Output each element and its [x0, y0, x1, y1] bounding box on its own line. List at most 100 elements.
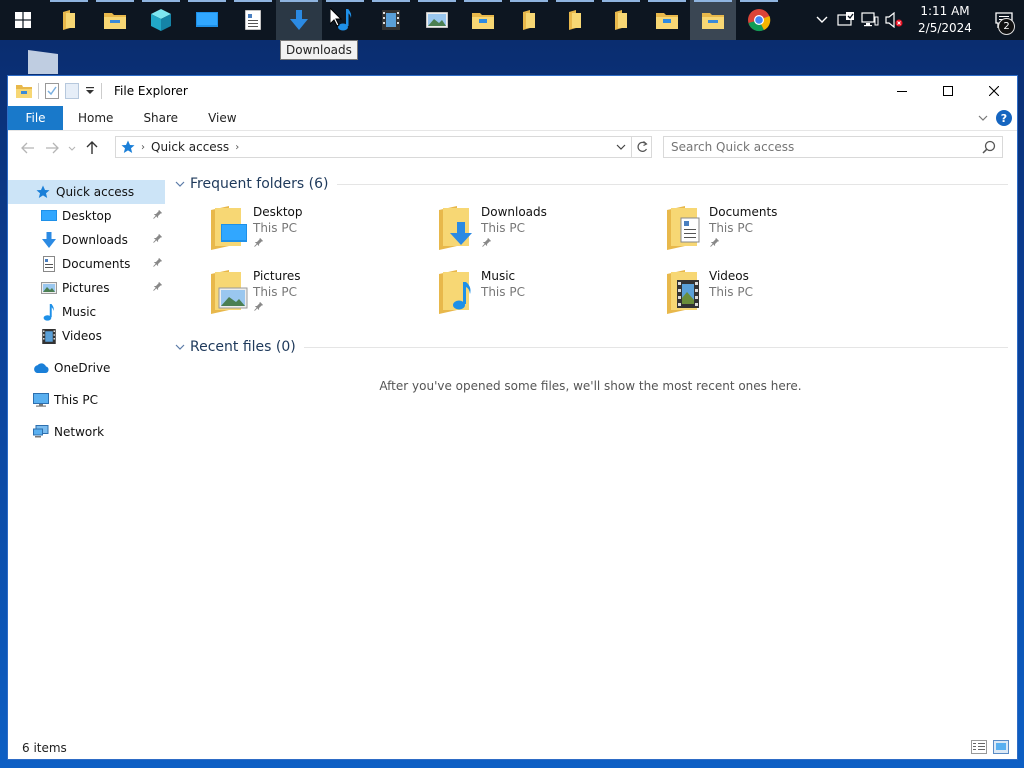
- tab-view[interactable]: View: [193, 106, 251, 130]
- search-input[interactable]: [671, 138, 971, 156]
- folder-documents-icon: [663, 204, 705, 250]
- folder-tile-videos[interactable]: Videos This PC: [663, 268, 891, 316]
- download-arrow-icon: [290, 10, 308, 30]
- chevron-down-icon[interactable]: [173, 177, 187, 191]
- group-header-recent-files[interactable]: Recent files (0): [173, 335, 1008, 359]
- recent-files-empty-message: After you've opened some files, we'll sh…: [379, 379, 802, 393]
- taskbar-app-desktop[interactable]: [184, 0, 230, 40]
- folder-tile-pictures[interactable]: Pictures This PC: [207, 268, 435, 316]
- maximize-button[interactable]: [925, 76, 971, 106]
- start-button[interactable]: [0, 0, 46, 40]
- show-hidden-icons-button[interactable]: [810, 0, 834, 40]
- tab-file[interactable]: File: [8, 106, 63, 130]
- taskbar-app-folder-2[interactable]: [460, 0, 506, 40]
- close-button[interactable]: [971, 76, 1017, 106]
- file-explorer-icon: [16, 85, 32, 98]
- title-bar[interactable]: File Explorer: [8, 76, 1017, 106]
- nav-item-network[interactable]: Network: [8, 420, 165, 444]
- search-box[interactable]: [663, 136, 1003, 158]
- chevron-up-icon: [816, 16, 828, 23]
- tray-volume-button[interactable]: [882, 0, 906, 40]
- pin-icon[interactable]: [481, 238, 491, 248]
- nav-item-onedrive[interactable]: OneDrive: [8, 356, 165, 380]
- nav-item-downloads[interactable]: Downloads: [8, 228, 165, 252]
- taskbar-app-folder-1[interactable]: [46, 0, 92, 40]
- large-icons-view-icon[interactable]: [993, 740, 1009, 754]
- group-title: Recent files (0): [190, 339, 296, 355]
- taskbar-app-folder-4[interactable]: [552, 0, 598, 40]
- details-view-icon[interactable]: [971, 740, 987, 754]
- new-folder-icon[interactable]: [65, 83, 79, 99]
- taskbar-app-folder-6[interactable]: [644, 0, 690, 40]
- folder-tile-documents[interactable]: Documents This PC: [663, 204, 891, 252]
- nav-item-documents[interactable]: Documents: [8, 252, 165, 276]
- star-icon: [121, 140, 135, 153]
- taskbar-app-downloads[interactable]: [276, 0, 322, 40]
- navigation-bar: › Quick access ›: [8, 133, 1017, 163]
- help-icon[interactable]: ?: [996, 110, 1012, 126]
- taskbar-app-folder-3[interactable]: [506, 0, 552, 40]
- action-center-button[interactable]: 2: [984, 0, 1024, 40]
- picture-icon: [40, 279, 58, 297]
- forward-button[interactable]: [40, 136, 64, 160]
- tab-share[interactable]: Share: [128, 106, 193, 130]
- taskbar-app-music[interactable]: [322, 0, 368, 40]
- group-header-frequent-folders[interactable]: Frequent folders (6): [173, 172, 1008, 196]
- pin-icon[interactable]: [152, 210, 162, 220]
- taskbar-app-file-explorer-active[interactable]: [690, 0, 736, 40]
- breadcrumb-separator[interactable]: ›: [235, 142, 239, 153]
- properties-icon[interactable]: [45, 83, 59, 99]
- breadcrumb-separator[interactable]: ›: [141, 142, 145, 153]
- download-arrow-icon: [40, 231, 58, 249]
- refresh-icon: [636, 141, 648, 152]
- refresh-button[interactable]: [632, 136, 652, 158]
- pin-icon[interactable]: [253, 238, 263, 248]
- address-dropdown-button[interactable]: [611, 137, 631, 157]
- minimize-button[interactable]: [879, 76, 925, 106]
- taskbar-app-videos[interactable]: [368, 0, 414, 40]
- recent-locations-button[interactable]: [64, 136, 80, 160]
- pin-icon[interactable]: [152, 258, 162, 268]
- pin-icon[interactable]: [253, 302, 263, 312]
- taskbar-app-chrome[interactable]: [736, 0, 782, 40]
- desktop-icon: [40, 207, 58, 225]
- pin-icon[interactable]: [709, 238, 719, 248]
- nav-item-quick-access[interactable]: Quick access: [8, 180, 165, 204]
- taskbar-app-pictures[interactable]: [414, 0, 460, 40]
- nav-item-label: Desktop: [62, 209, 112, 223]
- search-icon[interactable]: [982, 140, 996, 154]
- taskbar-app-file-explorer[interactable]: [92, 0, 138, 40]
- tray-network-button[interactable]: [858, 0, 882, 40]
- nav-item-pictures[interactable]: Pictures: [8, 276, 165, 300]
- nav-item-desktop[interactable]: Desktop: [8, 204, 165, 228]
- taskbar-app-folder-5[interactable]: [598, 0, 644, 40]
- tray-security-button[interactable]: [834, 0, 858, 40]
- folder-tile-downloads[interactable]: Downloads This PC: [435, 204, 663, 252]
- nav-gap: [8, 380, 165, 388]
- pin-icon[interactable]: [152, 282, 162, 292]
- folder-location: This PC: [481, 221, 525, 235]
- view-buttons: [971, 740, 1009, 754]
- back-button[interactable]: [16, 136, 40, 160]
- breadcrumb-quick-access[interactable]: Quick access: [151, 140, 229, 154]
- tab-home[interactable]: Home: [63, 106, 128, 130]
- address-bar[interactable]: › Quick access ›: [115, 136, 632, 158]
- taskbar-app-3d-objects[interactable]: [138, 0, 184, 40]
- nav-item-this-pc[interactable]: This PC: [8, 388, 165, 412]
- clock[interactable]: 1:11 AM 2/5/2024: [912, 3, 978, 37]
- folder-downloads-icon: [435, 204, 477, 250]
- customize-qat-chevron-icon[interactable]: [85, 86, 95, 96]
- nav-item-music[interactable]: Music: [8, 300, 165, 324]
- up-button[interactable]: [80, 136, 104, 160]
- windows-logo-icon: [15, 12, 31, 28]
- folder-tile-desktop[interactable]: Desktop This PC: [207, 204, 435, 252]
- expand-ribbon-chevron-icon[interactable]: [978, 115, 988, 121]
- folder-icon: [656, 13, 678, 29]
- nav-item-videos[interactable]: Videos: [8, 324, 165, 348]
- chevron-down-icon[interactable]: [173, 340, 187, 354]
- taskbar-app-documents[interactable]: [230, 0, 276, 40]
- folder-tile-music[interactable]: Music This PC: [435, 268, 663, 316]
- pin-icon[interactable]: [152, 234, 162, 244]
- desktop-shortcut-icon[interactable]: [28, 50, 62, 74]
- film-icon: [382, 10, 400, 30]
